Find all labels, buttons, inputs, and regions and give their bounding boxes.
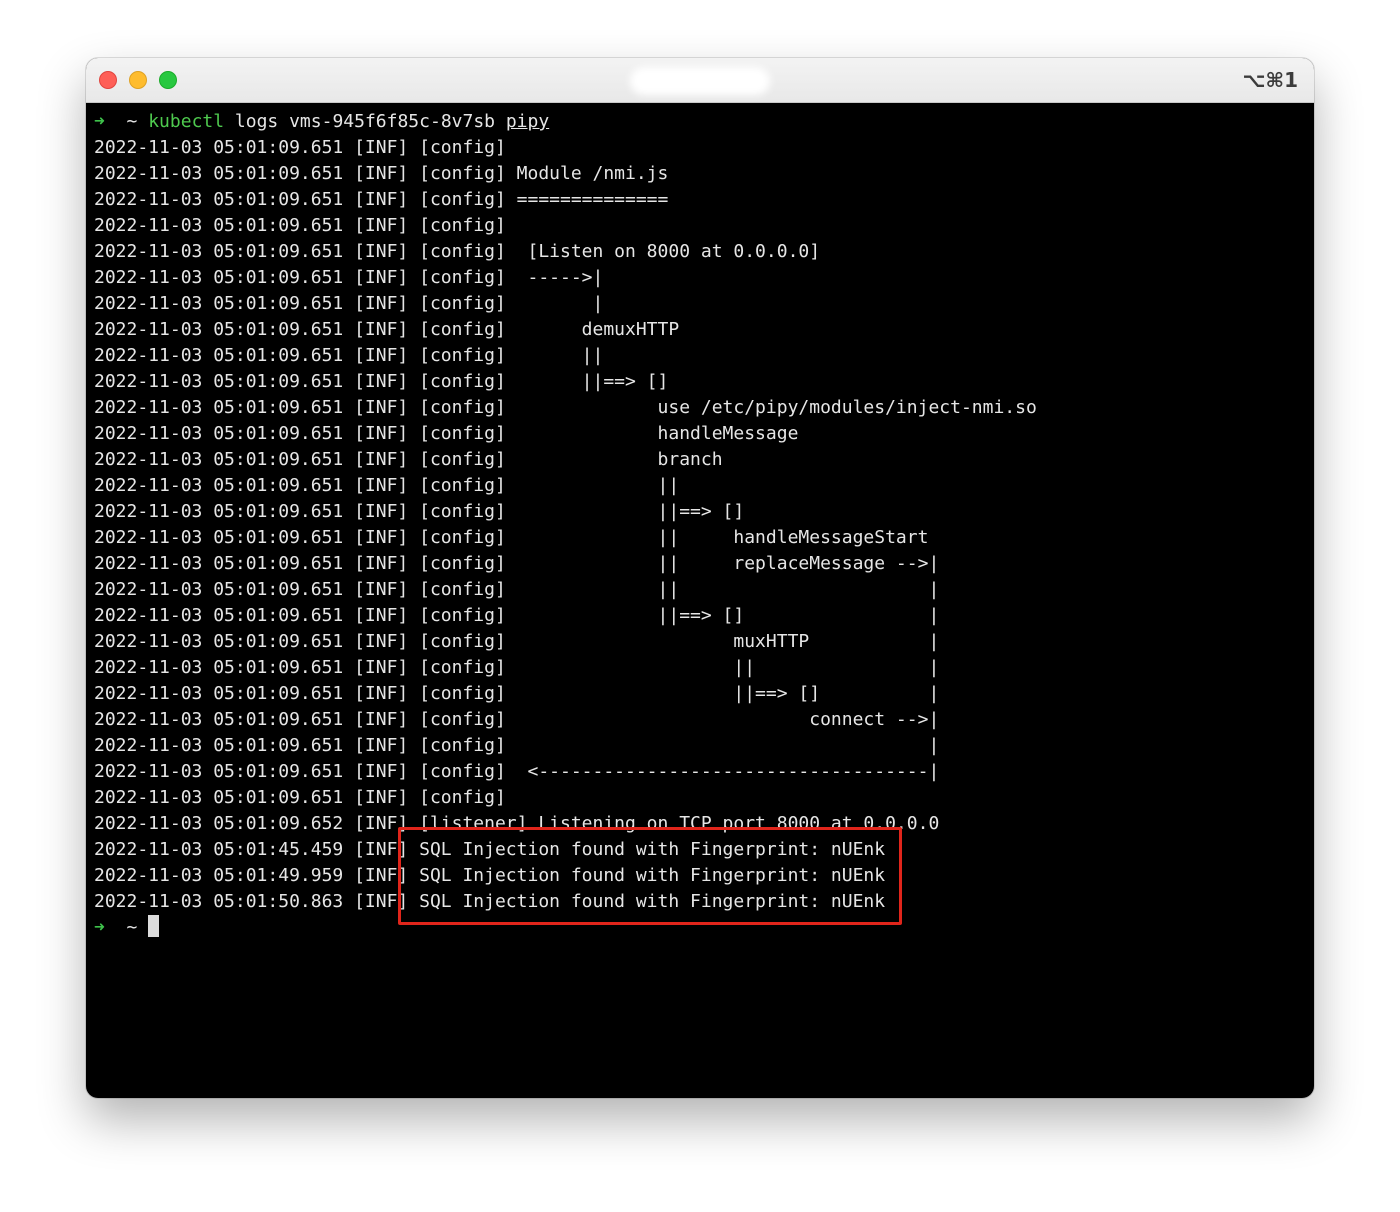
terminal-output[interactable]: ➜ ~ kubectl logs vms-945f6f85c-8v7sb pip… <box>94 109 1314 1098</box>
log-line: 2022-11-03 05:01:09.651 [INF] [config] |… <box>94 657 940 678</box>
log-line: 2022-11-03 05:01:09.651 [INF] [config] |… <box>94 371 669 392</box>
log-line: 2022-11-03 05:01:09.651 [INF] [config] [… <box>94 241 821 262</box>
log-line: 2022-11-03 05:01:09.651 [INF] [config] <… <box>94 761 940 782</box>
log-line: 2022-11-03 05:01:09.651 [INF] [config] <box>94 215 506 236</box>
log-line: 2022-11-03 05:01:09.651 [INF] [config] -… <box>94 267 604 288</box>
log-line: 2022-11-03 05:01:09.651 [INF] [config] u… <box>94 397 1037 418</box>
terminal-window: ⌥⌘1 ➜ ~ kubectl logs vms-945f6f85c-8v7sb… <box>86 58 1314 1098</box>
log-line: 2022-11-03 05:01:09.651 [INF] [config] |… <box>94 683 940 704</box>
log-line: 2022-11-03 05:01:09.651 [INF] [config] |… <box>94 553 940 574</box>
log-line: 2022-11-03 05:01:09.651 [INF] [config] |… <box>94 605 940 626</box>
log-line: 2022-11-03 05:01:09.651 [INF] [config] |… <box>94 501 745 522</box>
command-name: kubectl <box>148 111 225 132</box>
log-line: 2022-11-03 05:01:09.651 [INF] [config] | <box>94 735 940 756</box>
prompt-arrow-icon: ➜ <box>94 917 105 938</box>
tab-shortcut: ⌥⌘1 <box>1242 68 1298 92</box>
log-line: 2022-11-03 05:01:09.651 [INF] [config] |… <box>94 527 929 548</box>
log-line: 2022-11-03 05:01:09.651 [INF] [config] b… <box>94 449 723 470</box>
log-line: 2022-11-03 05:01:09.651 [INF] [config] <box>94 137 506 158</box>
command-last-arg: pipy <box>505 111 550 132</box>
prompt-arrow-icon: ➜ <box>94 111 105 132</box>
log-line: 2022-11-03 05:01:09.651 [INF] [config] |… <box>94 579 940 600</box>
log-line: 2022-11-03 05:01:09.651 [INF] [config] m… <box>94 631 940 652</box>
log-line: 2022-11-03 05:01:09.651 [INF] [config] |… <box>94 345 604 366</box>
sql-injection-highlight-box <box>398 827 902 925</box>
log-line: 2022-11-03 05:01:09.651 [INF] [config] M… <box>94 163 669 184</box>
prompt-dir: ~ <box>126 111 138 132</box>
command-args: logs vms-945f6f85c-8v7sb <box>224 111 506 132</box>
log-line: 2022-11-03 05:01:09.651 [INF] [config] d… <box>94 319 680 340</box>
log-line: 2022-11-03 05:01:09.651 [INF] [config] |… <box>94 475 680 496</box>
log-line: 2022-11-03 05:01:09.651 [INF] [config] =… <box>94 189 669 210</box>
log-line: 2022-11-03 05:01:09.651 [INF] [config] c… <box>94 709 940 730</box>
prompt-dir: ~ <box>126 917 138 938</box>
log-line: 2022-11-03 05:01:09.651 [INF] [config] <box>94 787 506 808</box>
window-title-redacted <box>630 67 770 95</box>
log-line: 2022-11-03 05:01:09.651 [INF] [config] h… <box>94 423 799 444</box>
log-line: 2022-11-03 05:01:09.651 [INF] [config] | <box>94 293 604 314</box>
title-bar: ⌥⌘1 <box>86 58 1314 103</box>
command-line: ➜ ~ kubectl logs vms-945f6f85c-8v7sb pip… <box>94 109 1314 135</box>
close-button[interactable] <box>99 71 117 89</box>
minimize-button[interactable] <box>129 71 147 89</box>
terminal-cursor[interactable] <box>148 915 160 937</box>
maximize-button[interactable] <box>159 71 177 89</box>
